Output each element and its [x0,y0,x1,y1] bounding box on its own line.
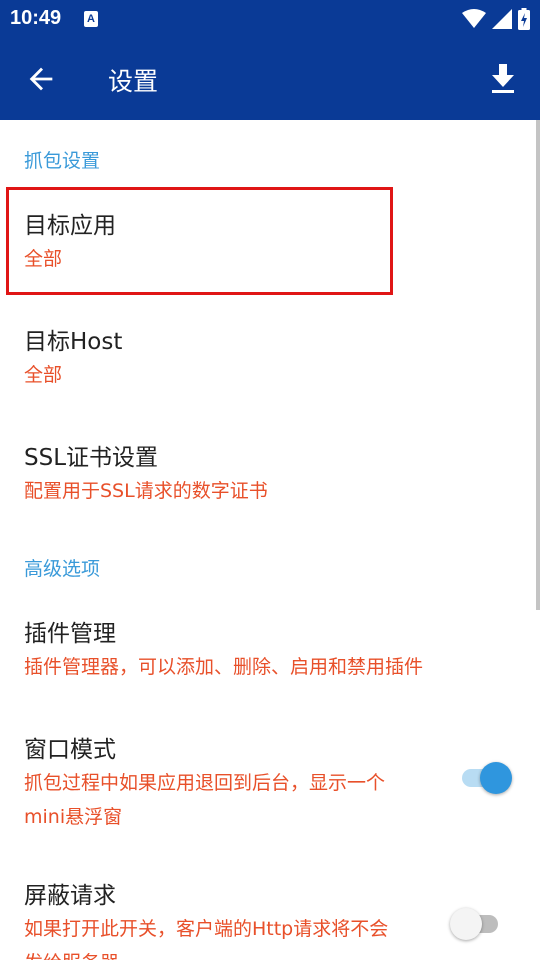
status-bar: 10:49 A [0,0,540,38]
app-bar: 设置 [0,38,540,120]
pref-summary: 配置用于SSL请求的数字证书 [24,480,268,502]
pref-ssl-certificate[interactable]: SSL证书设置 配置用于SSL请求的数字证书 [0,438,540,530]
block-requests-toggle[interactable] [450,904,506,944]
scrollbar[interactable] [536,120,540,610]
pref-summary-line2: 发给服务器 [24,946,119,960]
pref-block-requests[interactable]: 屏蔽请求 如果打开此开关，客户端的Http请求将不会 发给服务器 [0,876,540,960]
toggle-thumb [450,908,482,940]
notification-a-icon: A [84,11,98,27]
back-button[interactable] [24,62,58,96]
pref-title: 目标Host [24,329,123,355]
status-time: 10:49 [10,7,62,29]
pref-target-app[interactable]: 目标应用 全部 [0,206,540,298]
download-button[interactable] [488,62,518,96]
pref-target-host[interactable]: 目标Host 全部 [0,322,540,414]
pref-title: 插件管理 [24,621,116,647]
pref-window-mode[interactable]: 窗口模式 抓包过程中如果应用退回到后台，显示一个 mini悬浮窗 [0,730,540,840]
pref-title: SSL证书设置 [24,445,159,471]
wifi-icon [462,9,486,28]
pref-summary: 全部 [24,364,63,386]
arrow-back-icon [29,67,53,91]
pref-summary-line1: 如果打开此开关，客户端的Http请求将不会 [24,918,389,940]
category-advanced-options: 高级选项 [24,558,101,580]
pref-summary: 全部 [24,248,63,270]
battery-icon [518,8,530,30]
pref-title: 目标应用 [24,213,116,239]
pref-summary-line1: 抓包过程中如果应用退回到后台，显示一个 [24,772,386,794]
download-icon [492,64,514,93]
pref-plugin-management[interactable]: 插件管理 插件管理器，可以添加、删除、启用和禁用插件 [0,614,540,706]
pref-summary: 插件管理器，可以添加、删除、启用和禁用插件 [24,656,424,678]
signal-icon [492,9,512,29]
pref-title: 窗口模式 [24,737,116,763]
settings-list: 抓包设置 目标应用 全部 目标Host 全部 SSL证书设置 配置用于SSL请求… [0,120,540,960]
toggle-thumb [480,762,512,794]
window-mode-toggle[interactable] [458,758,514,798]
page-title: 设置 [108,67,159,96]
pref-summary-line2: mini悬浮窗 [24,806,123,828]
pref-title: 屏蔽请求 [24,883,116,909]
category-capture-settings: 抓包设置 [24,150,101,172]
status-icons [462,8,530,30]
